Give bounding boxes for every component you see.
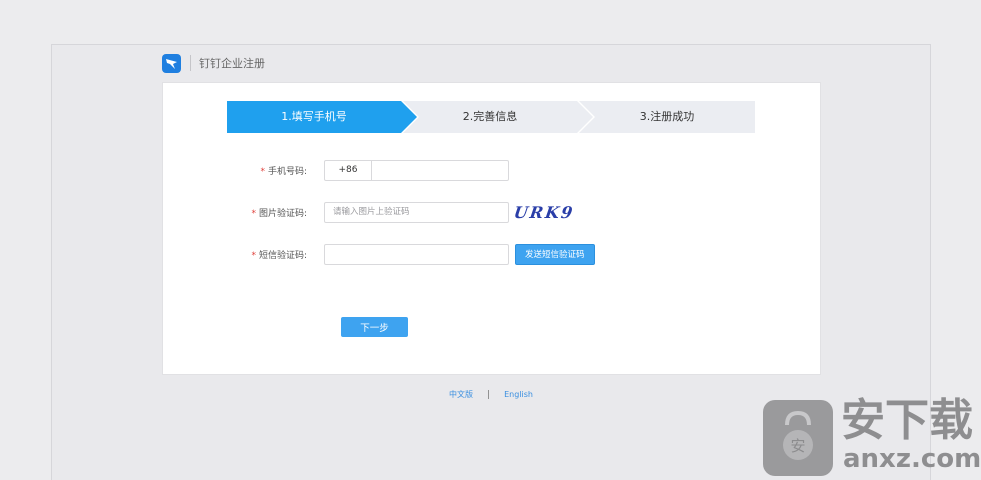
sms-input[interactable]	[325, 244, 508, 264]
required-mark: *	[260, 166, 265, 177]
captcha-image[interactable]: URK9	[513, 203, 576, 222]
shopping-bag-icon: 安	[763, 400, 833, 476]
brand-divider	[190, 55, 191, 71]
watermark-name: 安下载	[841, 395, 973, 446]
sms-row: * 短信验证码: 发送短信验证码	[163, 243, 595, 265]
captcha-field	[324, 201, 509, 223]
required-mark: *	[251, 208, 256, 219]
next-button[interactable]: 下一步	[341, 317, 408, 337]
step-3-label: 3.注册成功	[639, 110, 695, 123]
captcha-input[interactable]	[325, 202, 508, 222]
watermark-url: anxz.com	[843, 444, 981, 474]
phone-field: +86	[324, 159, 509, 181]
captcha-row: *图片验证码: URK9	[163, 201, 576, 223]
step-1-label: 1.填写手机号	[281, 110, 347, 123]
watermark: 安 安下载 anxz.com	[763, 394, 981, 480]
phone-label: * 手机号码:	[260, 166, 307, 177]
lang-chinese-link[interactable]: 中文版	[449, 390, 473, 399]
dingtalk-logo-icon	[162, 53, 181, 73]
step-2-label: 2.完善信息	[462, 110, 518, 123]
country-code[interactable]: +86	[325, 160, 372, 180]
page-title: 钉钉企业注册	[199, 57, 265, 70]
phone-input[interactable]	[372, 160, 508, 180]
sms-field	[324, 243, 509, 265]
svg-text:安: 安	[790, 437, 805, 455]
lang-english-link[interactable]: English	[504, 390, 533, 399]
registration-card: 1.填写手机号 2.完善信息 3.注册成功 * 手机号码: +86 * 图片验证码:…	[162, 82, 821, 375]
brand-header: 钉钉企业注册	[162, 53, 265, 73]
captcha-label: * 图片验证码:	[251, 208, 307, 219]
required-mark: *	[251, 250, 256, 261]
lang-separator: |	[487, 390, 491, 400]
step-progress: 1.填写手机号 2.完善信息 3.注册成功	[227, 101, 755, 133]
send-sms-button[interactable]: 发送短信验证码	[515, 243, 595, 265]
phone-row: * 手机号码: +86	[163, 159, 509, 181]
sms-label: * 短信验证码:	[251, 250, 307, 261]
